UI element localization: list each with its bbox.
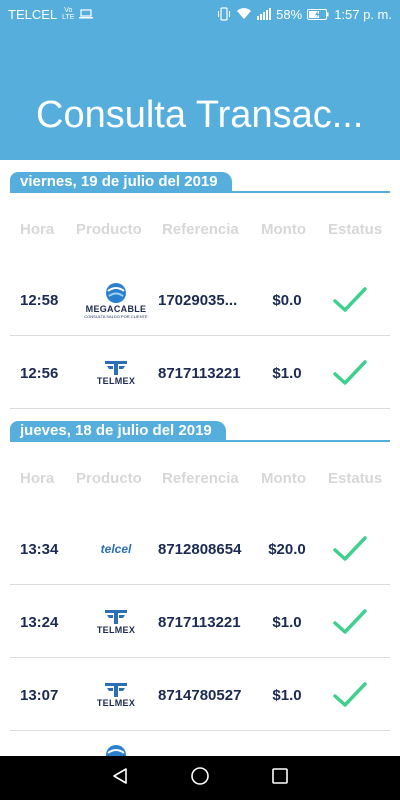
column-estatus: Estatus [328,470,383,487]
telmex-label: TELMEX [96,376,136,386]
check-icon [322,659,378,731]
row-referencia: 8712808654 [158,540,242,558]
telmex-logo-icon [105,683,127,697]
app-bar: Consulta Transac... [0,28,400,160]
battery-percent: 58% [276,6,303,22]
megacable-logo-icon [106,745,126,756]
megacable-label: MEGACABLE [85,303,147,314]
telmex-label: TELMEX [96,698,136,708]
megacable-logo-icon [105,282,126,303]
row-hora: 13:34 [20,540,59,558]
laptop-icon [79,9,94,19]
row-hora: 12:56 [20,364,59,382]
table-row[interactable]: 12:56 TELMEX 8717113221 $1.0 [10,337,390,409]
back-icon[interactable] [111,767,129,790]
volte-indicator: Vo LTE [62,7,75,21]
table-row[interactable]: 13:24 TELMEX 8717113221 $1.0 [10,586,390,658]
system-navigation-bar [0,756,400,800]
row-monto: $0.0 [272,291,302,309]
carrier-label: TELCEL [8,6,58,22]
telmex-logo-icon [105,610,127,624]
home-icon[interactable] [190,766,210,791]
telcel-logo: telcel [100,542,132,556]
row-referencia: 8714780527 [158,686,242,704]
row-monto: $1.0 [272,364,302,382]
product-logo: TELMEX [82,337,150,409]
column-estatus: Estatus [328,221,383,238]
telmex-label: TELMEX [96,625,136,635]
row-hora: 12:58 [20,291,59,309]
column-referencia: Referencia [162,221,239,238]
date-label: viernes, 19 de julio del 2019 [10,172,232,192]
column-monto: Monto [261,470,306,487]
telmex-logo-icon [105,361,127,375]
date-header: viernes, 19 de julio del 2019 [10,172,390,194]
check-icon [322,586,378,658]
check-icon [322,513,378,585]
product-logo: MEGACABLE CONSULTA SALDO POR CLIENTE [82,264,150,336]
column-producto: Producto [76,221,142,238]
divider [10,191,390,193]
status-bar: TELCEL Vo LTE 58% 1:57 p. m. [0,0,400,28]
recents-icon[interactable] [271,767,289,790]
product-logo [82,732,150,756]
vibrate-icon [217,7,231,21]
column-headers: Hora Producto Referencia Monto Estatus [0,221,400,241]
wifi-icon [236,8,252,20]
battery-charging-icon [307,8,329,20]
row-hora: 13:24 [20,613,59,631]
transaction-list[interactable]: viernes, 19 de julio del 2019 Hora Produ… [0,160,400,756]
product-logo: telcel [82,513,150,585]
row-monto: $1.0 [272,613,302,631]
column-hora: Hora [20,221,55,238]
row-monto: $20.0 [268,540,306,558]
table-row[interactable]: 12:58 MEGACABLE CONSULTA SALDO POR CLIEN… [10,264,390,336]
row-referencia: 8717113221 [158,364,241,382]
column-producto: Producto [76,470,142,487]
check-icon [322,337,378,409]
row-referencia: 17029035... [158,291,238,309]
date-label: jueves, 18 de julio del 2019 [10,421,226,441]
row-hora: 13:07 [20,686,59,704]
divider [10,440,390,442]
page-title: Consulta Transac... [36,94,364,136]
date-header: jueves, 18 de julio del 2019 [10,421,390,443]
column-referencia: Referencia [162,470,239,487]
column-monto: Monto [261,221,306,238]
signal-icon [257,8,272,20]
clock: 1:57 p. m. [334,6,392,22]
product-logo: TELMEX [82,659,150,731]
table-row[interactable]: 13:07 TELMEX 8714780527 $1.0 [10,659,390,731]
row-monto: $1.0 [272,686,302,704]
row-referencia: 8717113221 [158,613,241,631]
column-headers: Hora Producto Referencia Monto Estatus [0,470,400,490]
megacable-sublabel: CONSULTA SALDO POR CLIENTE [84,313,148,319]
table-row[interactable] [10,732,390,756]
check-icon [322,264,378,336]
table-row[interactable]: 13:34 telcel 8712808654 $20.0 [10,513,390,585]
product-logo: TELMEX [82,586,150,658]
column-hora: Hora [20,470,55,487]
